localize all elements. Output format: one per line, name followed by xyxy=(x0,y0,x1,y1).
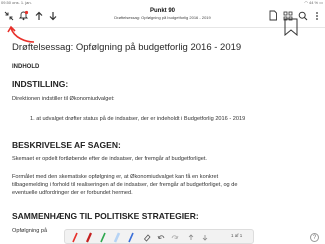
undo-icon[interactable] xyxy=(157,232,165,243)
list-item: 1. at udvalget drøfter status på de inds… xyxy=(30,116,246,122)
previous-page-icon[interactable] xyxy=(187,232,195,243)
beskrivelse-paragraph-2-line-3: eventuelle udfordringer der er forbundet… xyxy=(12,190,133,196)
eraser-icon[interactable] xyxy=(143,232,151,243)
battery-indicator: ◠ 44 % ▭ xyxy=(304,0,323,5)
top-toolbar: Punkt 90 Drøftelsessag: Opfølgning på bu… xyxy=(0,6,325,28)
document-icon[interactable] xyxy=(268,8,280,21)
page-title: Punkt 90 xyxy=(149,8,175,14)
document-heading: Drøftelsessag: Opfølgning på budgetforli… xyxy=(12,42,242,53)
next-arrow-icon[interactable] xyxy=(48,8,60,21)
section-title-indstilling: INDSTILLING: xyxy=(12,79,69,89)
annotation-toolbar: 1 af 1 xyxy=(64,229,254,244)
wifi-icon: ◠ xyxy=(304,0,308,5)
last-paragraph-line: Opfølgning på xyxy=(12,228,48,234)
highlighter-icon[interactable] xyxy=(113,232,121,243)
pen-green-icon[interactable] xyxy=(99,232,107,243)
bookmark-icon[interactable] xyxy=(284,18,298,36)
pen-blue-icon[interactable] xyxy=(127,232,135,243)
section-title-sammenhaeng: SAMMENHÆNG TIL POLITISKE STRATEGIER: xyxy=(12,211,199,221)
contents-label[interactable]: INDHOLD xyxy=(12,64,39,70)
indstilling-text: Direktionen indstiller til Økonomiudvalg… xyxy=(12,96,115,102)
battery-icon: ▭ xyxy=(319,0,323,5)
previous-arrow-icon[interactable] xyxy=(34,8,46,20)
pen-red-thick-icon[interactable] xyxy=(85,232,93,243)
section-title-beskrivelse: BESKRIVELSE AF SAGEN: xyxy=(12,140,121,150)
page-subtitle: Drøftelsessag: Opfølgning på budgetforli… xyxy=(114,15,211,20)
more-options-icon[interactable] xyxy=(312,8,324,20)
next-page-icon[interactable] xyxy=(201,232,209,243)
beskrivelse-paragraph-1: Skemaet er opdelt fortløbende efter de i… xyxy=(12,156,207,162)
pen-red-icon[interactable] xyxy=(71,232,79,243)
status-time: 09.50 ons. 1. jan. xyxy=(1,0,32,5)
document-title-block: Punkt 90 Drøftelsessag: Opfølgning på bu… xyxy=(90,8,235,20)
page-count: 1 af 1 xyxy=(231,233,243,238)
collapse-icon[interactable] xyxy=(4,8,16,21)
help-button[interactable]: ? xyxy=(310,233,319,242)
notification-bell-icon[interactable] xyxy=(18,8,30,21)
redo-icon[interactable] xyxy=(171,232,179,243)
search-icon[interactable] xyxy=(298,8,310,21)
